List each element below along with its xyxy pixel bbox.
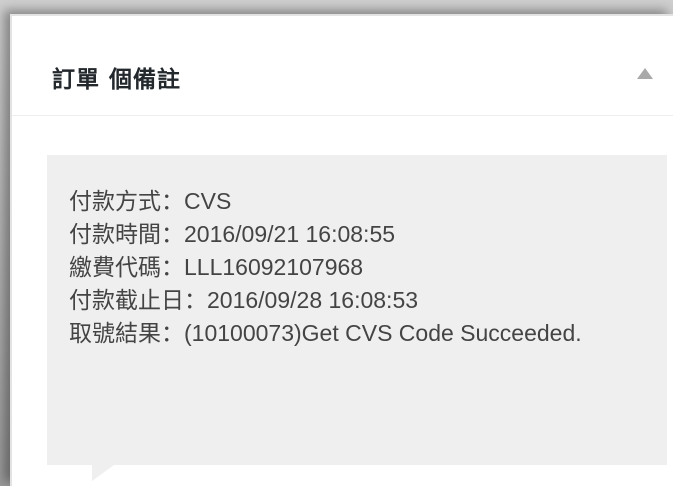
note-line-payment-time: 付款時間：2016/09/21 16:08:55 [69, 221, 396, 247]
panel-title: 訂單 個備註 [52, 67, 182, 93]
order-note: 付款方式：CVS 付款時間：2016/09/21 16:08:55 繳費代碼：L… [47, 155, 667, 465]
note-bubble-tail [92, 465, 114, 481]
collapse-toggle-icon[interactable] [637, 68, 653, 79]
panel-header[interactable]: 訂單 個備註 [12, 16, 673, 116]
note-line-payment-deadline: 付款截止日：2016/09/28 16:08:53 [69, 287, 419, 313]
note-line-payment-code: 繳費代碼：LLL16092107968 [69, 254, 364, 280]
note-line-code-result: 取號結果：(10100073)Get CVS Code Succeeded. [69, 320, 582, 346]
screenshot-stage: 訂單 個備註 付款方式：CVS 付款時間：2016/09/21 16:08:55… [0, 0, 673, 486]
order-notes-panel: 訂單 個備註 付款方式：CVS 付款時間：2016/09/21 16:08:55… [10, 14, 673, 486]
note-line-payment-method: 付款方式：CVS [69, 188, 232, 214]
